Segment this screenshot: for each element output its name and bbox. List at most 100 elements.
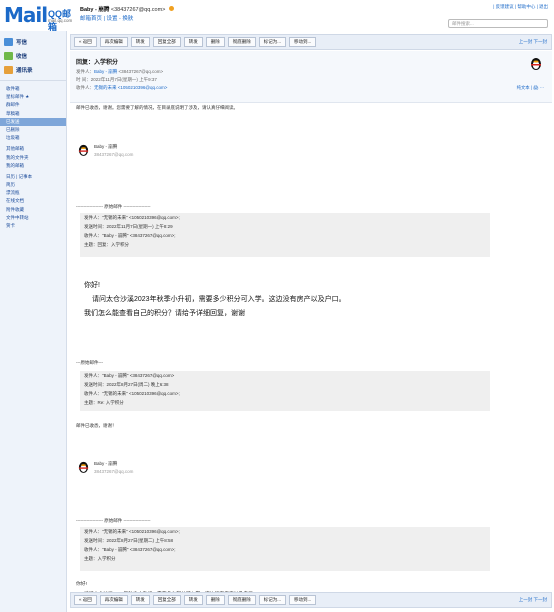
toolbar-button-bottom-7[interactable]: 标记为...	[258, 595, 287, 605]
sidebar: 写信 收信 通讯录 收件箱 星标邮件 ★ 群邮件 草稿箱 已发送 已删除 垃圾箱 其他邮箱 我的…	[0, 31, 67, 612]
check-label: 收信	[16, 54, 28, 60]
mail-from: 发件人：Baby - 崩腾 <38437267@qq.com>	[76, 69, 163, 75]
signature-name-2: Baby - 崩腾	[94, 461, 118, 466]
from-name[interactable]: Baby - 崩腾	[94, 69, 117, 74]
mail-subject: 回复：入学积分	[76, 60, 119, 66]
toolbar-button-bottom-1[interactable]: 再次编辑	[99, 595, 128, 605]
quote2-from: 发件人："Baby - 崩腾" <38437267@qq.com>	[84, 373, 175, 378]
toolbar-button-top-2[interactable]: 转发	[130, 37, 150, 47]
quote1-time: 发送时间：2022年11月7日(星期一) 上午8:29	[84, 224, 173, 229]
toolbar-button-top-6[interactable]: 彻底删除	[227, 37, 256, 47]
reply-text: 邮件已收悉，谢谢。您需要了解的情况，在目录底说明了涉及，请认真仔细阅读。	[76, 105, 238, 110]
top-toolbar: « 返回 再次编辑 转发 回复全部 转发 删除 彻底删除 标记为... 移动到... 上一封 下一…	[70, 34, 552, 50]
contacts-icon	[4, 66, 13, 74]
logo-domain: mail.qq.com	[48, 18, 73, 23]
mail-to: 收件人：无锡的未来 <1050210396@qq.com>	[76, 85, 167, 91]
alert-icon[interactable]	[168, 6, 174, 11]
signature-email-2: 38437267@qq.com	[94, 469, 134, 474]
contacts-label: 通讯录	[16, 68, 33, 74]
pen-icon	[4, 38, 13, 46]
from-email: <38437267@qq.com>	[118, 69, 164, 74]
sidebar-item-10[interactable]: 我的邮箱	[0, 162, 66, 170]
mail-time: 时 间：2022年11月7日(星期一) 上午9:37	[76, 77, 157, 83]
toolbar-button-top-7[interactable]: 标记为...	[258, 37, 287, 47]
time-label: 时 间：	[76, 77, 91, 82]
inbox-icon	[4, 52, 13, 60]
toolbar-button-top-1[interactable]: 再次编辑	[99, 37, 128, 47]
contacts-button[interactable]: 通讯录	[4, 64, 62, 76]
sidebar-item-14[interactable]: 漂流瓶	[0, 189, 66, 197]
original-separator-2: ---原始邮件---	[76, 360, 103, 365]
prev-next-links[interactable]: 上一封 下一封	[519, 39, 547, 45]
sidebar-item-8[interactable]: 其他邮箱	[0, 145, 66, 153]
time-value: 2022年11月7日(星期一) 上午9:37	[90, 77, 157, 82]
inbox-check-button[interactable]: 收信	[4, 50, 62, 62]
toolbar-button-top-0[interactable]: « 返回	[74, 37, 97, 47]
toolbar-button-bottom-3[interactable]: 回复全部	[152, 595, 181, 605]
toolbar-button-bottom-5[interactable]: 删除	[205, 595, 225, 605]
from-label: 发件人：	[76, 69, 94, 74]
sidebar-item-16[interactable]: 附件收藏	[0, 206, 66, 214]
sidebar-item-6[interactable]: 垃圾箱	[0, 134, 66, 142]
compose-label: 写信	[16, 40, 28, 46]
sidebar-item-2[interactable]: 群邮件	[0, 101, 66, 109]
compose-button[interactable]: 写信	[4, 36, 62, 48]
quote1-subject: 主题：回复：入学积分	[84, 242, 129, 247]
sidebar-item-0[interactable]: 收件箱	[0, 85, 66, 93]
signature-name: Baby - 崩腾	[94, 144, 118, 149]
toolbar-button-top-4[interactable]: 转发	[183, 37, 203, 47]
bottom-toolbar: « 返回 再次编辑 转发 回复全部 转发 删除 彻底删除 标记为... 移动到... 上一封 下一…	[70, 592, 552, 608]
quote3-time: 发送时间：2022年8月27日(星期二) 上午8:58	[84, 538, 174, 543]
quoted-greeting: 你好!	[84, 282, 100, 289]
user-info: Baby - 崩腾 <38437267@qq.com> 邮箱首页 | 设置 - …	[80, 5, 174, 22]
original-greeting: 你好!	[76, 582, 87, 587]
prev-next-links-bottom[interactable]: 上一封 下一封	[519, 597, 547, 603]
top-links[interactable]: | 反馈建议 | 帮助中心 | 退出	[493, 4, 548, 10]
to-value[interactable]: 无锡的未来 <1050210396@qq.com>	[94, 85, 167, 90]
sidebar-item-3[interactable]: 草稿箱	[0, 110, 66, 118]
signature-avatar-icon-2	[78, 461, 89, 473]
view-tools[interactable]: 纯文本 | 🖨 ⋯	[517, 85, 544, 91]
top-bar: Mail QQ邮箱 mail.qq.com Baby - 崩腾 <3843726…	[0, 0, 554, 32]
sidebar-item-15[interactable]: 在线文档	[0, 197, 66, 205]
quoted-question: 请问太仓沙溪2023年秋季小升初，需要多少积分可入学。这边没有房产以及户口。	[92, 296, 346, 303]
sidebar-item-4[interactable]: 已发送	[0, 117, 66, 126]
qq-mail-logo[interactable]: Mail QQ邮箱 mail.qq.com	[4, 3, 76, 32]
toolbar-button-bottom-2[interactable]: 转发	[130, 595, 150, 605]
toolbar-button-bottom-8[interactable]: 移动到...	[289, 595, 317, 605]
toolbar-button-bottom-4[interactable]: 转发	[183, 595, 203, 605]
quote3-from: 发件人："无锡的未来" <1050210396@qq.com>;	[84, 529, 180, 534]
mail-header: 回复：入学积分 发件人：Baby - 崩腾 <38437267@qq.com> …	[70, 51, 552, 103]
sidebar-item-18[interactable]: 贺卡	[0, 222, 66, 230]
quote2-to: 收件人："无锡的未来" <1050210396@qq.com>;	[84, 391, 180, 396]
sidebar-item-9[interactable]: 我的文件夹	[0, 154, 66, 162]
sidebar-item-17[interactable]: 文件中转站	[0, 214, 66, 222]
toolbar-button-bottom-0[interactable]: « 返回	[74, 595, 97, 605]
sidebar-item-1[interactable]: 星标邮件 ★	[0, 93, 66, 101]
quote2-subject: 主题：Re: 入学积分	[84, 400, 124, 405]
logo-text: Mail	[4, 3, 48, 27]
qq-penguin-icon	[531, 58, 541, 70]
toolbar-button-top-8[interactable]: 移动到...	[289, 37, 317, 47]
sidebar-item-5[interactable]: 已删除	[0, 126, 66, 134]
folder-list: 收件箱 星标邮件 ★ 群邮件 草稿箱 已发送 已删除 垃圾箱其他邮箱 我的文件夹 我的邮箱日历 …	[0, 80, 66, 230]
quote3-to: 收件人："Baby - 崩腾" <38437267@qq.com>;	[84, 547, 176, 552]
toolbar-button-top-3[interactable]: 回复全部	[152, 37, 181, 47]
main-pane: « 返回 再次编辑 转发 回复全部 转发 删除 彻底删除 标记为... 移动到... 上一封 下一…	[70, 31, 554, 612]
toolbar-button-top-5[interactable]: 删除	[205, 37, 225, 47]
to-label: 收件人：	[76, 85, 94, 90]
quote1-to: 收件人："Baby - 崩腾" <38437267@qq.com>;	[84, 233, 176, 238]
toolbar-button-bottom-6[interactable]: 彻底删除	[227, 595, 256, 605]
original-separator-3: ------------------ 原始邮件 ----------------…	[76, 518, 151, 523]
sidebar-item-13[interactable]: 简历	[0, 181, 66, 189]
sidebar-item-12[interactable]: 日历 | 记事本	[0, 173, 66, 181]
user-name: Baby - 崩腾	[80, 7, 110, 13]
search-input[interactable]: 邮件搜索...	[448, 19, 548, 28]
quote2-time: 发送时间：2022年8月27日(周二) 晚上6:38	[84, 382, 169, 387]
user-links[interactable]: 邮箱首页 | 设置 - 换肤	[80, 14, 133, 22]
quoted-request: 我们怎么能查看自己的积分？请给予详细回复，谢谢	[84, 310, 245, 317]
quote1-from: 发件人："无锡的未来" <1050210396@qq.com>;	[84, 215, 180, 220]
signature-avatar-icon	[78, 144, 89, 156]
user-email: <38437267@qq.com>	[110, 7, 166, 13]
reply-text-2: 邮件已收悉，谢谢！	[76, 423, 117, 428]
